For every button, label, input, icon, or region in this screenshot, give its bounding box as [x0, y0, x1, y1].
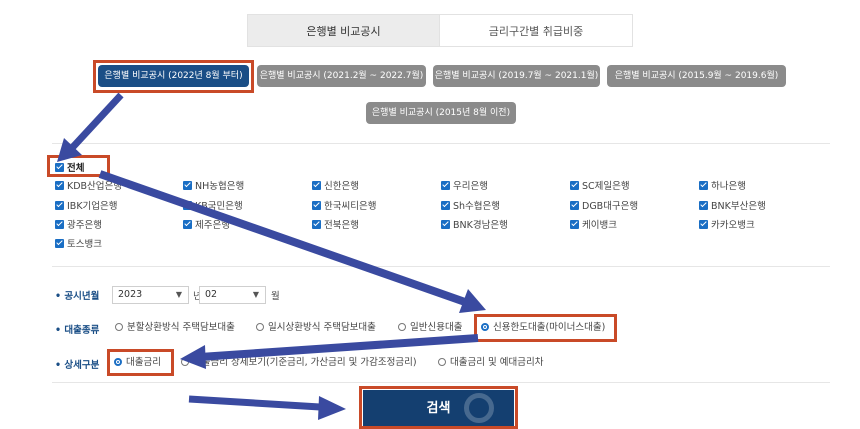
annotation-arrow: [188, 395, 346, 420]
annotation-arrow: [57, 92, 124, 162]
annotation-arrows: [57, 92, 486, 420]
annotation-arrow: [180, 334, 479, 369]
annotation-arrow: [98, 170, 486, 313]
